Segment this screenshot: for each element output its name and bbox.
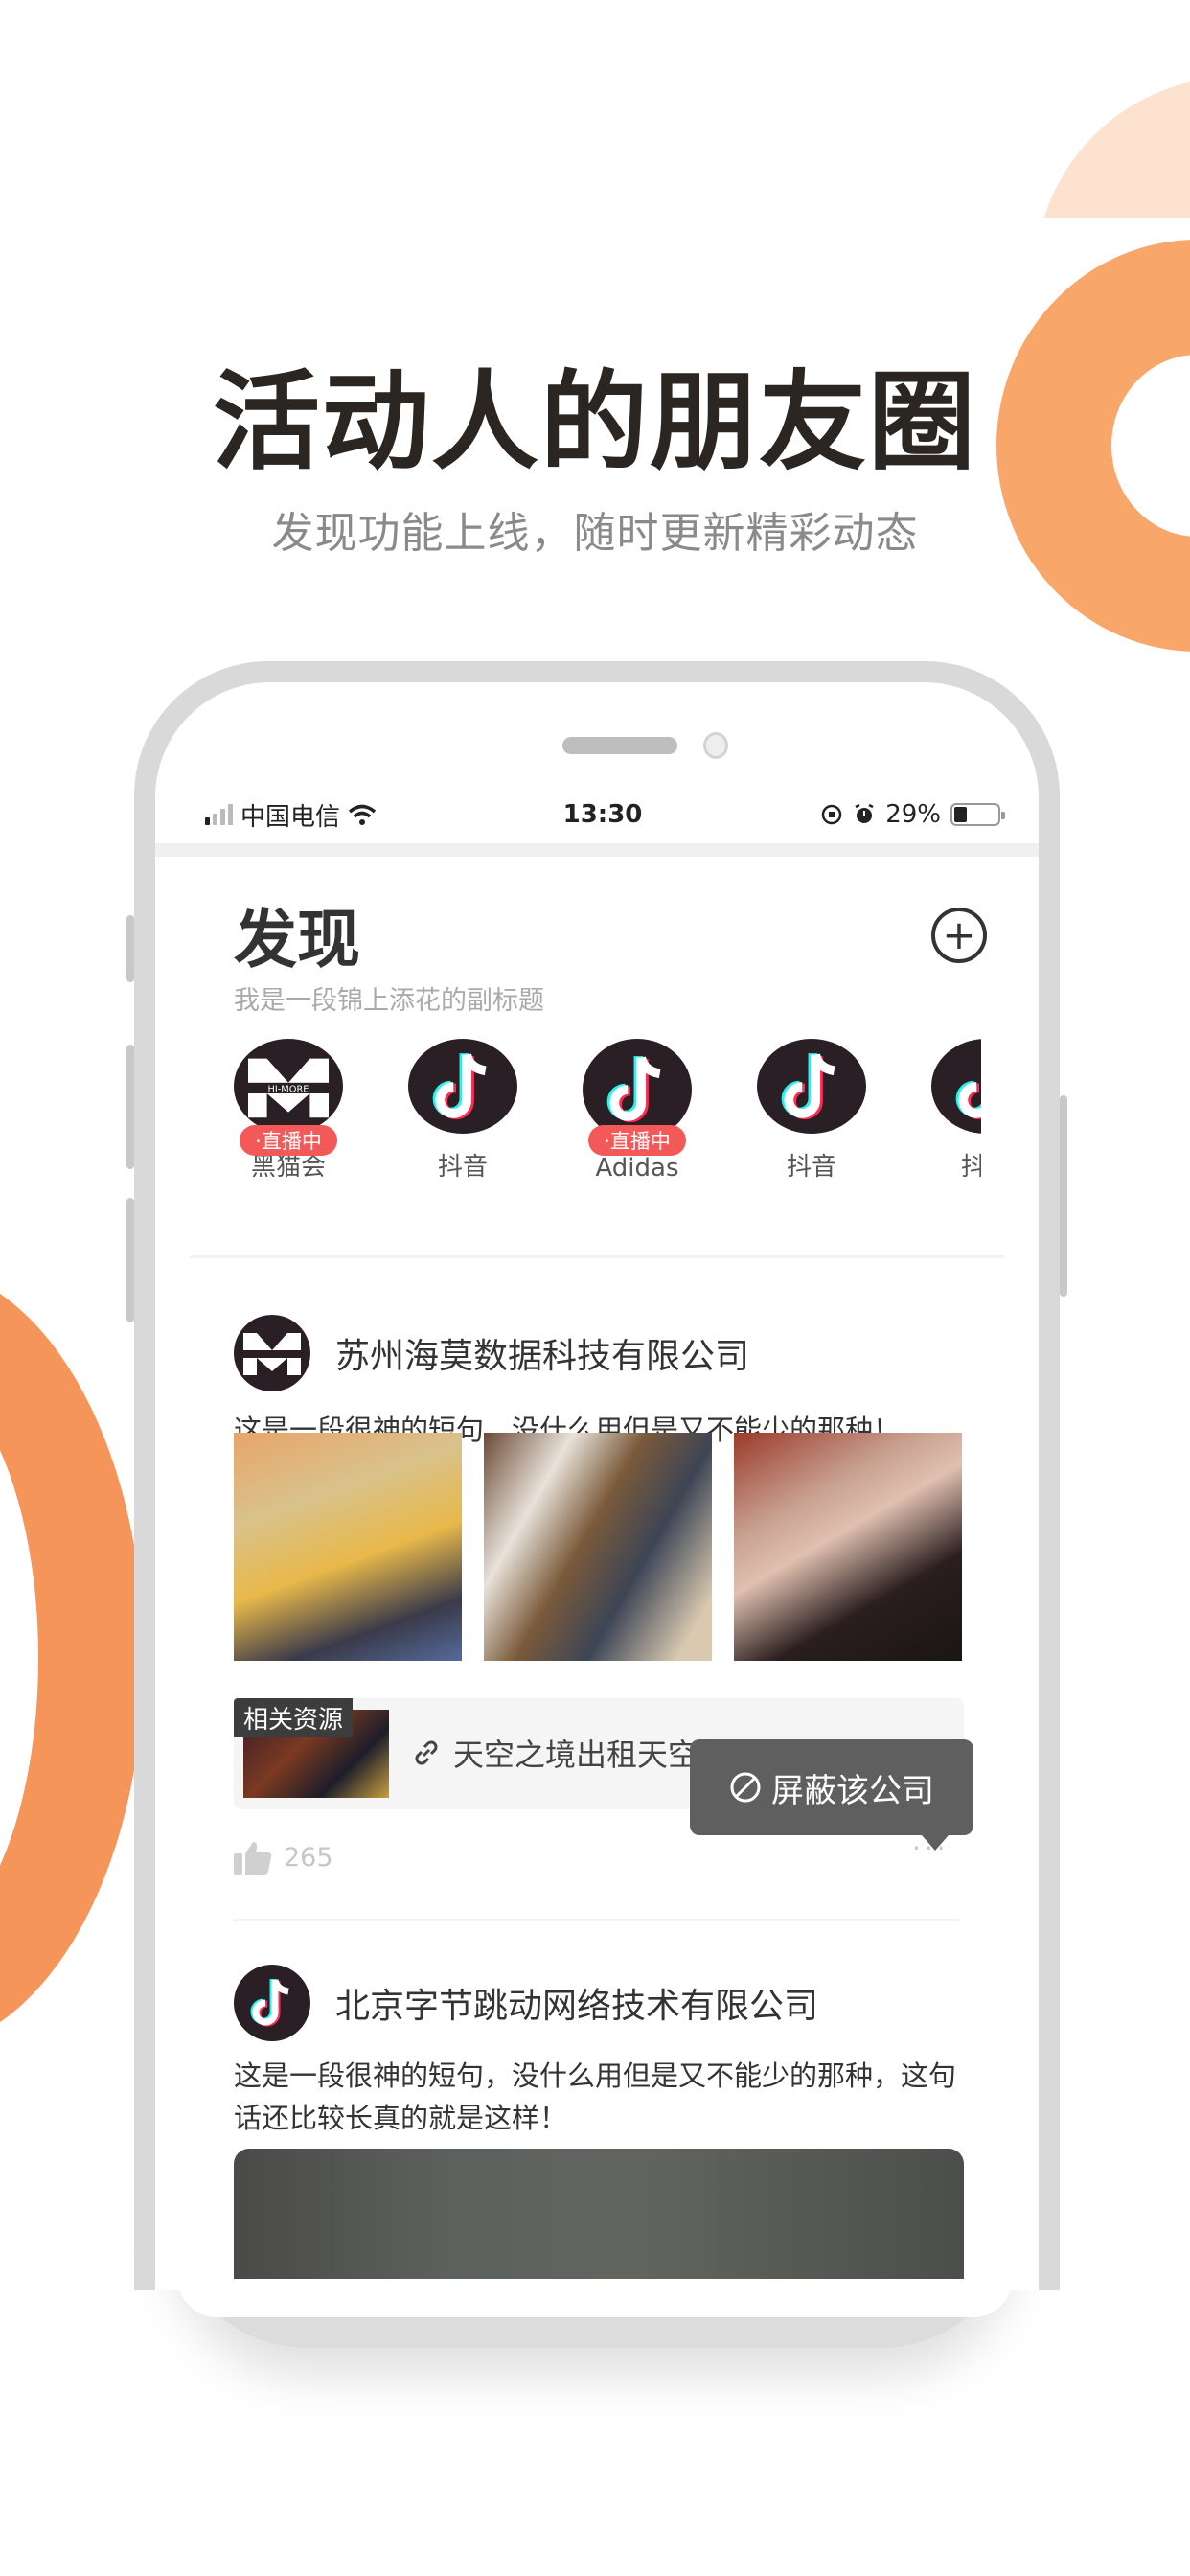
hero-subtitle: 发现功能上线，随时更新精彩动态	[271, 509, 919, 558]
phone-mute-switch	[126, 915, 134, 982]
battery-level-fill	[954, 807, 967, 822]
post-photo[interactable]	[734, 1433, 962, 1661]
block-company-label: 屏蔽该公司	[771, 1771, 934, 1810]
stories-row[interactable]: HI-MORE·直播中黑猫会抖音·直播中Adidas抖音抖音	[234, 1039, 981, 1183]
live-badge: ·直播中	[588, 1125, 686, 1156]
signal-icon	[205, 804, 233, 825]
block-icon	[730, 1772, 761, 1803]
battery-icon	[950, 803, 1005, 826]
tiktok-logo-icon	[931, 1039, 981, 1134]
post-photo[interactable]	[234, 1433, 462, 1661]
hi-more-logo-icon	[241, 1333, 303, 1375]
company-avatar[interactable]	[234, 1315, 310, 1392]
post-divider	[234, 1919, 960, 1921]
story-name: 抖音	[960, 1153, 981, 1182]
phone-volume-up-button	[126, 1045, 134, 1169]
thumbs-up-icon	[234, 1842, 272, 1874]
more-options-button[interactable]: ···	[912, 1832, 950, 1864]
phone-camera	[703, 732, 728, 759]
battery-percent: 29%	[885, 800, 941, 829]
story-name: 抖音	[437, 1153, 488, 1182]
company-name[interactable]: 北京字节跳动网络技术有限公司	[335, 1978, 818, 2028]
phone-speaker	[562, 737, 677, 754]
post-header: 北京字节跳动网络技术有限公司	[234, 1965, 818, 2041]
tiktok-logo-icon	[757, 1039, 866, 1134]
svg-text:HI-MORE: HI-MORE	[268, 1084, 309, 1094]
decorative-orange-ring-left	[0, 1265, 144, 2051]
like-button[interactable]: 265	[234, 1840, 333, 1874]
post-photo[interactable]	[484, 1433, 712, 1661]
wifi-icon	[348, 804, 377, 825]
page-subtitle: 我是一段锦上添花的副标题	[234, 986, 544, 1016]
post-header: 苏州海莫数据科技有限公司	[234, 1315, 749, 1392]
phone-power-button	[1060, 1095, 1067, 1297]
post-photo-grid	[234, 1433, 962, 1661]
link-icon	[415, 1740, 438, 1765]
story-item[interactable]: HI-MORE ·直播中 黑猫会	[234, 1039, 343, 1183]
hero-title: 活动人的朋友圈	[213, 359, 977, 485]
story-item[interactable]: 抖音	[931, 1039, 981, 1183]
page-title: 发现	[234, 903, 360, 977]
story-item[interactable]: ·直播中 Adidas	[583, 1039, 692, 1183]
hi-more-logo-icon: HI-MORE	[234, 1039, 343, 1134]
phone-chin	[178, 2279, 1012, 2317]
alarm-icon	[855, 803, 874, 823]
post-text: 这是一段很神的短句，没什么用但是又不能少的那种，这句话还比较长真的就是这样！	[234, 2059, 957, 2134]
phone-frame: 中国电信 13:30 29% 发现 我是一段锦上添花的副标题 + HI-MORE…	[126, 661, 1067, 2290]
stories-divider	[190, 1255, 1004, 1258]
story-name: Adidas	[595, 1154, 679, 1183]
status-bar: 中国电信 13:30 29%	[205, 795, 1005, 834]
like-count: 265	[284, 1842, 333, 1873]
block-company-menu[interactable]: 屏蔽该公司	[690, 1739, 973, 1851]
phone-screen: 中国电信 13:30 29% 发现 我是一段锦上添花的副标题 + HI-MORE…	[155, 682, 1039, 2290]
more-dots-icon: ···	[912, 1832, 950, 1864]
tiktok-logo-icon	[250, 1979, 289, 2027]
story-name: 抖音	[786, 1153, 836, 1182]
live-badge: ·直播中	[240, 1125, 337, 1156]
status-bar-divider	[155, 843, 1039, 857]
post-photo[interactable]	[234, 2149, 964, 2290]
plus-circle-icon: +	[942, 911, 976, 958]
story-item[interactable]: 抖音	[408, 1039, 517, 1183]
orientation-lock-icon	[821, 804, 842, 825]
story-item[interactable]: 抖音	[757, 1039, 866, 1183]
phone-volume-down-button	[126, 1198, 134, 1322]
resource-tag: 相关资源	[234, 1698, 354, 1737]
add-button[interactable]: +	[931, 908, 987, 963]
carrier-name: 中国电信	[240, 802, 341, 832]
company-avatar[interactable]	[234, 1965, 310, 2041]
company-name[interactable]: 苏州海莫数据科技有限公司	[335, 1328, 749, 1378]
tiktok-logo-icon	[408, 1039, 517, 1134]
